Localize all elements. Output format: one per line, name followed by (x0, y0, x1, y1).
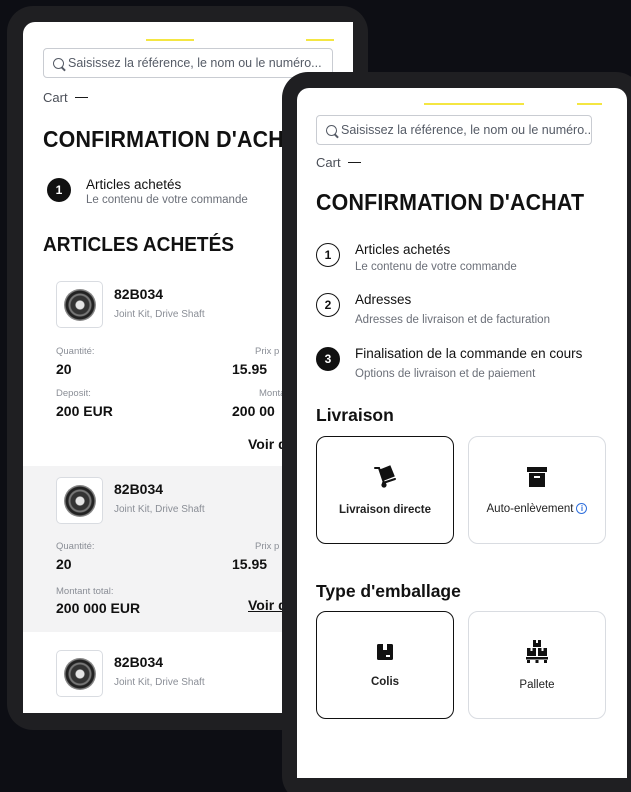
page-title: CONFIRMATION D'ACHAT (316, 189, 585, 215)
step-2: 2 Adresses Adresses de livraison et de f… (316, 292, 550, 326)
deposit-label: Deposit: (56, 388, 91, 399)
step-title: Articles achetés (86, 177, 182, 192)
product-image (56, 281, 103, 328)
deposit-value: 200 EUR (56, 403, 113, 419)
packaging-option-label: Pallete (519, 679, 555, 691)
product-image (56, 477, 103, 524)
total-value: 200 000 EUR (56, 600, 141, 616)
info-icon[interactable]: i (576, 503, 588, 514)
details-link[interactable]: Voir d (248, 436, 287, 452)
delivery-option-direct[interactable]: Livraison directe (316, 436, 454, 544)
qty-value: 20 (56, 556, 72, 572)
product-ref: 82B034 (114, 286, 164, 302)
price-label: Prix p (255, 346, 280, 357)
accent-line (146, 39, 194, 41)
step-number: 1 (47, 178, 71, 202)
dash-icon (347, 161, 361, 164)
product-desc: Joint Kit, Drive Shaft (114, 309, 205, 320)
search-icon (53, 57, 64, 69)
delivery-title: Livraison (316, 405, 394, 425)
dash-icon (74, 96, 88, 99)
pallet-icon (526, 640, 548, 663)
delivery-option-pickup[interactable]: Auto-enlèvement i (468, 436, 606, 544)
product-desc: Joint Kit, Drive Shaft (114, 677, 205, 688)
packaging-title: Type d'emballage (316, 581, 461, 601)
step-number: 3 (316, 347, 340, 371)
price-value: 15.95 (232, 361, 268, 377)
packaging-option-pallet[interactable]: Pallete (468, 611, 606, 719)
packaging-option-parcel[interactable]: Colis (316, 611, 454, 719)
page-title: CONFIRMATION D'ACHAT (43, 126, 312, 152)
accent-line (424, 103, 524, 105)
details-link[interactable]: Voir d (248, 597, 287, 613)
step-1: 1 Articles achetés Le contenu de votre c… (316, 242, 517, 273)
qty-value: 20 (56, 361, 72, 377)
pickup-label-text: Auto-enlèvement (486, 503, 574, 515)
step-subtitle: Options de livraison et de paiement (355, 368, 536, 380)
step-title: Adresses (355, 292, 412, 307)
step-title: Articles achetés (355, 242, 451, 257)
qty-label: Quantité: (56, 541, 95, 552)
drive-shaft-joint-icon (63, 484, 96, 517)
search-input[interactable]: Saisissez la référence, le nom ou le num… (316, 115, 592, 145)
delivery-option-label: Livraison directe (338, 504, 432, 516)
step-3: 3 Finalisation de la commande en cours O… (316, 346, 582, 380)
breadcrumb-cart[interactable]: Cart (43, 90, 68, 105)
product-desc: Joint Kit, Drive Shaft (114, 504, 205, 515)
step-number: 1 (316, 243, 340, 267)
step-title: Finalisation de la commande en cours (355, 346, 583, 361)
search-icon (326, 124, 337, 136)
price-value: 15.95 (232, 556, 268, 572)
breadcrumb: Cart (316, 155, 361, 170)
delivery-option-label: Auto-enlèvement i (487, 503, 588, 515)
amount-value: 200 00 (232, 403, 275, 419)
accent-line (577, 103, 602, 105)
archive-box-icon (527, 467, 547, 487)
hand-truck-icon (374, 465, 396, 488)
search-input[interactable]: Saisissez la référence, le nom ou le num… (43, 48, 333, 78)
product-image (56, 650, 103, 697)
product-ref: 82B034 (114, 654, 164, 670)
section-title: ARTICLES ACHETÉS (43, 233, 235, 256)
drive-shaft-joint-icon (63, 288, 96, 321)
step-subtitle: Le contenu de votre commande (355, 261, 517, 273)
step-1: 1 Articles achetés Le contenu de votre c… (47, 177, 248, 206)
breadcrumb: Cart (43, 90, 88, 105)
phone-front: Saisissez la référence, le nom ou le num… (282, 72, 631, 792)
packaging-option-label: Colis (370, 676, 400, 688)
step-subtitle: Le contenu de votre commande (86, 194, 248, 206)
front-screen: Saisissez la référence, le nom ou le num… (297, 88, 627, 778)
search-placeholder: Saisissez la référence, le nom ou le num… (68, 56, 322, 70)
qty-label: Quantité: (56, 346, 95, 357)
breadcrumb-cart[interactable]: Cart (316, 155, 341, 170)
search-placeholder: Saisissez la référence, le nom ou le num… (341, 123, 592, 137)
step-number: 2 (316, 293, 340, 317)
total-label: Montant total: (56, 586, 114, 597)
product-ref: 82B034 (114, 481, 164, 497)
parcel-icon (377, 644, 393, 660)
price-label: Prix p (255, 541, 280, 552)
drive-shaft-joint-icon (63, 657, 96, 690)
step-subtitle: Adresses de livraison et de facturation (355, 314, 550, 326)
accent-line (306, 39, 334, 41)
